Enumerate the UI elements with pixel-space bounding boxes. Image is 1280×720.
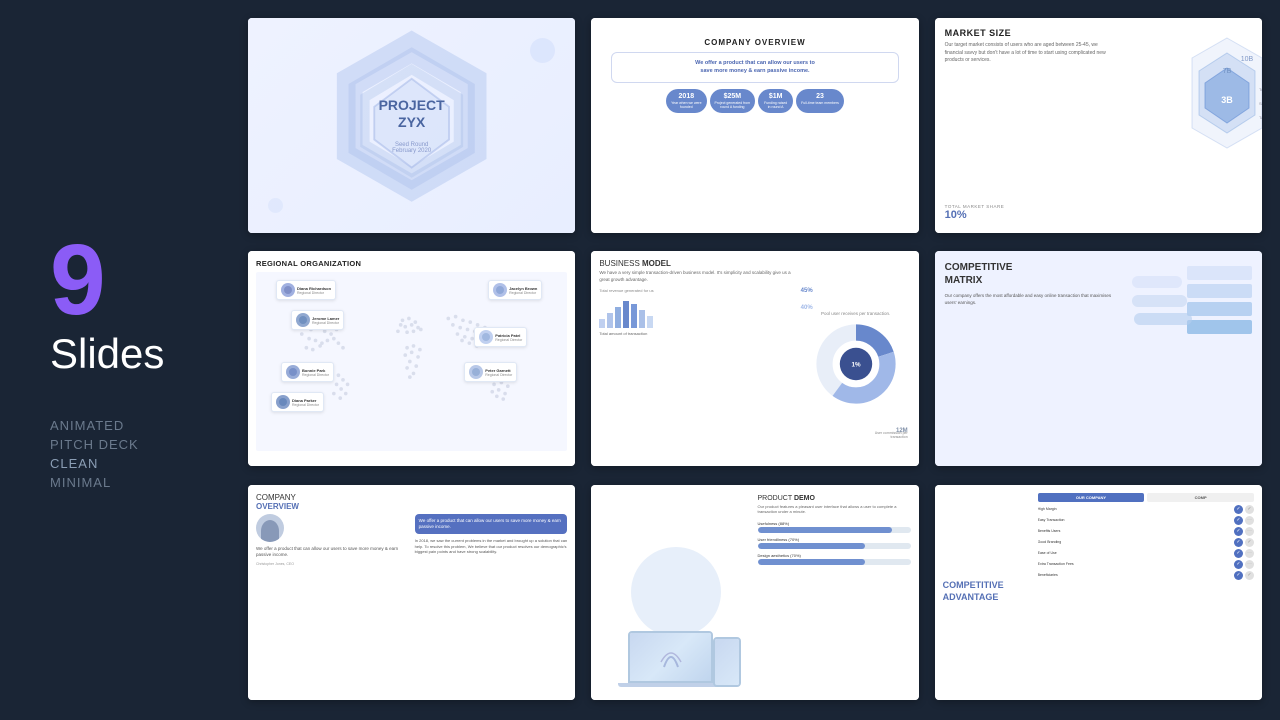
svg-text:Total Addressable Market: Total Addressable Market [1259,87,1262,92]
slide-3-market-share: TOTAL MARKET SHARE 10% [945,204,1005,221]
svg-text:Serviceable Market: Serviceable Market [1259,101,1262,106]
slide-8-bar-label-2: User friendliness (70%) [758,537,911,542]
slide-7-thumb[interactable]: COMPANY OVERVIEW We offer a product that… [248,485,575,700]
slide-7-heading2: OVERVIEW [256,502,567,511]
slides-grid: PROJECT ZYX Seed RoundFebruary 2020 COMP… [230,0,1280,720]
tag-list: ANIMATED PITCH DECK CLEAN MINIMAL [50,418,230,490]
slide-5-body: We have a very simple transaction-driven… [599,270,795,283]
slide-5-total-amount: Total amount of transaction [599,331,795,336]
slide-1-date: Seed RoundFebruary 2020 [379,142,445,154]
slide-9-heading: COMPETITIVEADVANTAGE [943,580,1004,603]
person-6-role: Regional Director [485,373,512,377]
slide-9-feature-6: Extra Transaction Fees [1038,562,1232,566]
slide-7-blue-tagline: We offer a product that can allow our us… [415,514,568,535]
person-7-role: Regional Director [292,403,319,407]
slide-8-body: Our product features a pleasant user int… [758,504,911,515]
slide-6-body: Our company offers the most affordable a… [945,293,1114,307]
slide-2-stat-label-3: Funding raisedin round A [763,101,788,109]
slide-2-stat-2: $25M [715,93,751,100]
slide-8-thumb[interactable]: PRODUCT DEMO Our product features a plea… [591,485,918,700]
slide-9-feature-3: Benefits Users [1038,529,1232,533]
slide-5-heading-1: BUSINESS [599,259,642,268]
slide-2-stat-4: 23 [801,93,839,100]
slide-7-heading: COMPANY [256,493,567,502]
slide-7-body: We offer a product that can allow our us… [256,546,409,559]
slide-5-thumb[interactable]: BUSINESS MODEL We have a very simple tra… [591,251,918,466]
slide-2-thumb[interactable]: COMPANY OVERVIEW We offer a product that… [591,18,918,233]
slide-7-extended: In 2018, we saw the current problems in … [415,538,568,555]
slide-9-feature-4: Good Branding [1038,540,1232,544]
slide-5-heading-2: MODEL [642,259,671,268]
slide-2-stat-1: 2018 [671,93,701,100]
slide-4-heading: REGIONAL ORGANIZATION [256,259,567,268]
svg-text:7B: 7B [1223,68,1232,75]
slide-9-feature-5: Ease of Use [1038,551,1232,555]
slide-9-feature-2: Easy Transaction [1038,518,1232,522]
slide-3-body: Our target market consists of users who … [945,42,1114,65]
person-1-role: Regional Director [297,291,331,295]
slide-2-tagline: We offer a product that can allow our us… [618,59,891,76]
slide-1-title: PROJECT [379,97,445,114]
slide-2-heading: COMPANY OVERVIEW [611,38,898,47]
person-4-role: Regional Director [495,338,522,342]
person-2-role: Regional Director [509,291,537,295]
svg-text:10B: 10B [1241,56,1254,63]
slides-label: Slides [50,330,230,378]
person-3-role: Regional Director [312,321,339,325]
tag-pitch-deck: PITCH DECK [50,437,230,452]
slide-8-bar-label-3: Design aesthetics (70%) [758,553,911,558]
slide-5-total-label: Total revenue generated for us [599,288,795,293]
slide-7-author: Christopher Jones, CEO [256,562,409,566]
slide-2-stat-3: $1M [763,93,788,100]
slide-2-stat-label-4: Full-time team members [801,101,839,105]
slide-9-our-company-header: OUR COMPANY [1038,493,1145,502]
person-5-role: Regional Director [302,373,329,377]
slide-5-pct-40: 40% [801,305,813,311]
svg-text:Target Market: Target Market [1259,115,1262,120]
slide-2-stat-label-1: Year when we werefounded [671,101,701,109]
slide-2-stat-label-2: Project generated fromround A funding [715,101,751,109]
slide-8-heading1: PRODUCT [758,495,794,502]
tag-animated: ANIMATED [50,418,230,433]
slide-4-thumb[interactable]: REGIONAL ORGANIZATION [248,251,575,466]
svg-text:1%: 1% [851,362,861,369]
slide-5-commission-label: User commission per transaction [863,431,908,439]
slide-1-thumb[interactable]: PROJECT ZYX Seed RoundFebruary 2020 [248,18,575,233]
slide-5-right-label: Pool user receives per transaction. [821,311,890,316]
svg-text:3B: 3B [1221,95,1233,105]
slide-1-subtitle: ZYX [379,114,445,130]
tag-clean: CLEAN [50,456,230,471]
slide-9-comp-header: COMP [1147,493,1254,502]
slide-3-thumb[interactable]: MARKET SIZE Our target market consists o… [935,18,1262,233]
left-panel: 9 Slides ANIMATED PITCH DECK CLEAN MINIM… [0,0,230,720]
slide-8-bar-label-1: Usefulness (88%) [758,521,911,526]
slide-6-thumb[interactable]: COMPETITIVEMATRIX Our company offers the… [935,251,1262,466]
slide-9-feature-7: Beneficiaries [1038,573,1232,577]
slide-9-thumb[interactable]: COMPETITIVEADVANTAGE OUR COMPANY COMP Hi… [935,485,1262,700]
tag-minimal: MINIMAL [50,475,230,490]
slide-9-feature-1: High Margin [1038,507,1232,511]
slide-8-heading2: DEMO [794,495,815,502]
slide-count-number: 9 [50,230,230,330]
slide-5-pct-45: 45% [801,288,813,294]
